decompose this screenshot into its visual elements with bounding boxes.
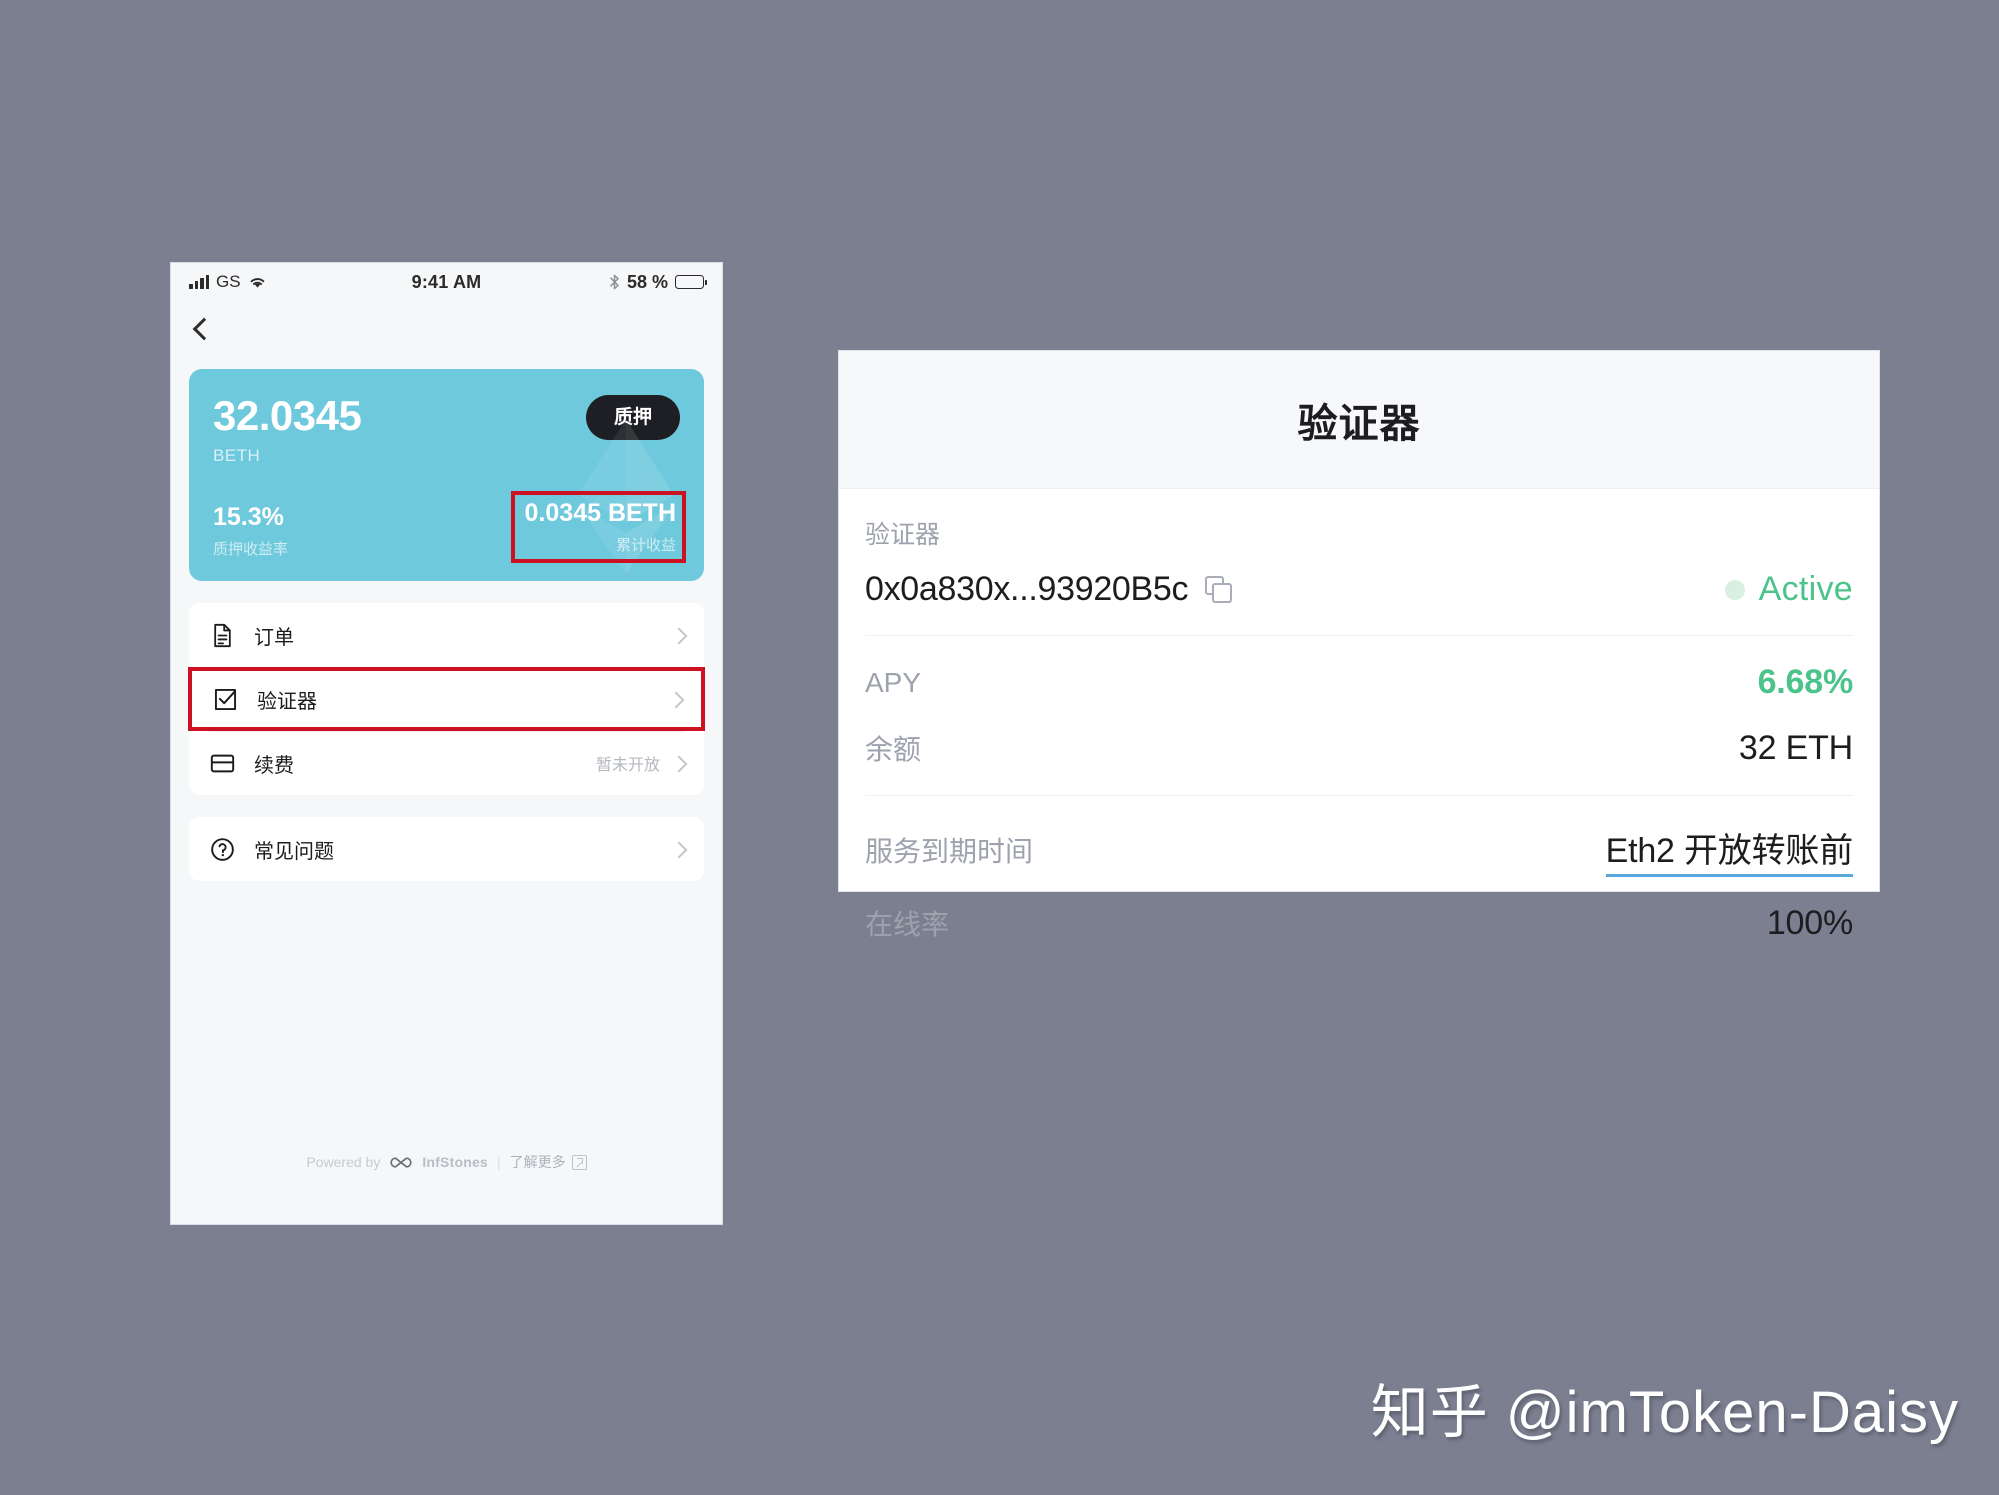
infinity-icon: [390, 1156, 412, 1168]
menu-item-label: 续费: [254, 754, 294, 777]
footer-separator: |: [496, 1154, 501, 1170]
balance-stats: 15.3% 质押收益率 0.0345 BETH 累计收益: [213, 491, 686, 563]
learn-more-link[interactable]: 了解更多: [510, 1152, 587, 1172]
stat-total-rewards-label: 累计收益: [615, 537, 676, 554]
menu-item-note: 暂未开放: [595, 757, 660, 774]
card-icon: [210, 754, 235, 772]
phone-mockup: GS 9:41 AM 58 % 32.0345 BETH 质押 15.3% 质押…: [170, 262, 723, 1225]
bluetooth-icon: [610, 274, 619, 290]
menu-item-renewal[interactable]: 续费 暂未开放: [189, 731, 704, 795]
chevron-right-icon: [670, 694, 681, 705]
balance-card-top: 32.0345 BETH 质押: [213, 395, 680, 466]
detail-value: 6.68%: [1757, 663, 1854, 701]
menu-item-label: 验证器: [257, 690, 317, 713]
powered-by-block: Powered by InfStones: [306, 1154, 488, 1170]
checkbox-check-icon: [214, 688, 237, 710]
validator-status-text: Active: [1758, 570, 1853, 608]
detail-key: 服务到期时间: [865, 836, 1034, 867]
validator-identity-block: 验证器 0x0a830x...93920B5c Active: [865, 489, 1853, 635]
detail-key: APY: [865, 666, 922, 698]
menu-card-secondary: 常见问题: [189, 817, 704, 881]
panel-title: 验证器: [1297, 401, 1421, 446]
detail-row-apy: APY 6.68%: [865, 650, 1853, 715]
learn-more-label: 了解更多: [509, 1154, 566, 1170]
detail-key: 在线率: [865, 909, 950, 940]
validator-details-group: APY 6.68% 余额 32 ETH: [865, 636, 1853, 795]
balance-symbol: BETH: [213, 446, 261, 465]
wifi-icon: [250, 277, 264, 288]
battery-icon: [675, 275, 708, 289]
validator-address: 0x0a830x...93920B5c: [865, 570, 1189, 608]
detail-value: 32 ETH: [1738, 728, 1853, 767]
status-bar: GS 9:41 AM 58 %: [171, 263, 722, 301]
stat-apr-value: 15.3%: [213, 503, 284, 532]
infstones-brand-label: InfStones: [422, 1154, 488, 1170]
validator-label: 验证器: [865, 521, 941, 549]
stat-apr-label: 质押收益率: [213, 541, 289, 558]
menu-item-label: 订单: [254, 626, 294, 649]
document-icon: [214, 623, 231, 647]
chevron-right-icon: [673, 844, 684, 855]
menu-item-label: 常见问题: [254, 840, 334, 863]
question-circle-icon: [211, 837, 234, 861]
panel-header: 验证器: [839, 351, 1879, 489]
battery-percent-label: 58 %: [626, 271, 669, 292]
phone-footer: Powered by InfStones | 了解更多: [171, 1152, 722, 1172]
validator-address-left: 0x0a830x...93920B5c: [865, 570, 1233, 609]
powered-by-label: Powered by: [306, 1154, 381, 1170]
carrier-label: GS: [216, 272, 241, 291]
chevron-right-icon: [673, 630, 684, 641]
external-link-icon: [571, 1154, 587, 1170]
status-bar-time: 9:41 AM: [411, 271, 482, 292]
menu-card-primary: 订单 验证器 续费 暂未开放: [188, 603, 705, 795]
stat-total-rewards: 0.0345 BETH 累计收益: [510, 491, 686, 563]
detail-row-uptime: 在线率 100%: [865, 890, 1853, 956]
balance-card: 32.0345 BETH 质押 15.3% 质押收益率 0.0345 BETH …: [189, 369, 704, 581]
panel-body: 验证器 0x0a830x...93920B5c Active APY 6.68%: [839, 489, 1879, 970]
validator-service-group: 服务到期时间 Eth2 开放转账前 在线率 100%: [865, 796, 1853, 970]
validator-panel: 验证器 验证器 0x0a830x...93920B5c Active APY 6…: [838, 350, 1880, 942]
stat-apr: 15.3% 质押收益率: [213, 503, 288, 559]
status-dot-icon: [1724, 579, 1745, 600]
detail-value: 100%: [1766, 903, 1853, 942]
nav-bar: [171, 301, 722, 357]
chevron-right-icon: [673, 758, 684, 769]
validator-status-badge: Active: [1724, 570, 1853, 609]
stake-button[interactable]: 质押: [585, 395, 680, 440]
copy-icon[interactable]: [1205, 575, 1233, 604]
balance-amount-block: 32.0345 BETH: [213, 392, 362, 466]
status-bar-left: GS: [189, 272, 412, 292]
status-bar-right: 58 %: [481, 271, 708, 293]
stat-total-rewards-value: 0.0345 BETH: [524, 499, 676, 528]
balance-amount: 32.0345: [213, 392, 362, 439]
detail-key: 余额: [865, 734, 922, 765]
validator-address-row: 0x0a830x...93920B5c Active: [865, 570, 1853, 609]
menu-item-validator[interactable]: 验证器: [188, 667, 705, 731]
watermark-text: 知乎 @imToken-Daisy: [1370, 1380, 1959, 1445]
detail-row-balance: 余额 32 ETH: [865, 715, 1853, 781]
menu-item-orders[interactable]: 订单: [189, 603, 704, 667]
detail-value[interactable]: Eth2 开放转账前: [1605, 823, 1853, 877]
detail-row-expiry: 服务到期时间 Eth2 开放转账前: [865, 810, 1853, 890]
signal-bars-icon: [189, 275, 209, 289]
back-chevron-icon[interactable]: [189, 318, 211, 340]
menu-item-faq[interactable]: 常见问题: [189, 817, 704, 881]
